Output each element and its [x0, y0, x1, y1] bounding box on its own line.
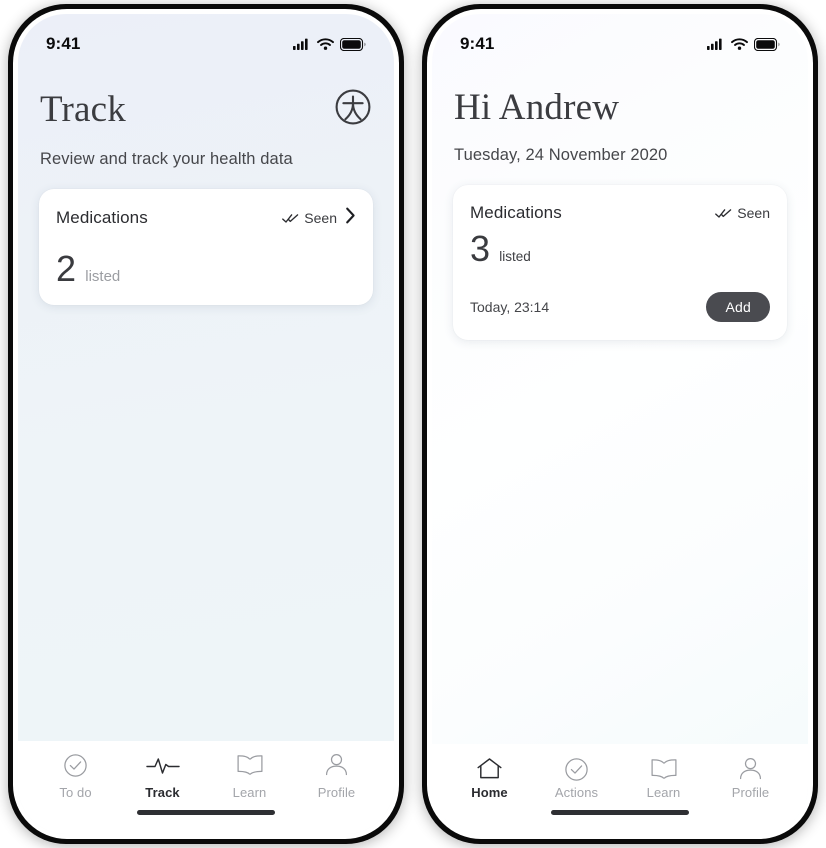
status-icons	[707, 37, 780, 51]
book-icon-wrap	[650, 756, 678, 782]
card-footer: Today, 23:14 Add	[470, 292, 770, 323]
person-icon	[739, 757, 762, 780]
home-indicator[interactable]	[551, 810, 689, 815]
card-title: Medications	[470, 203, 562, 223]
card-status-group: Seen	[282, 207, 356, 229]
header-row: Track	[40, 88, 372, 131]
two-phone-mockup: 9:41 Track Review and track your health …	[0, 0, 826, 848]
pulse-icon	[145, 758, 180, 774]
tab-profile[interactable]: Profile	[297, 752, 377, 800]
medications-card[interactable]: Medications Seen 2 listed	[39, 189, 373, 305]
status-time: 9:41	[46, 34, 81, 53]
phone-bezel: 9:41	[13, 9, 399, 839]
phone-frame-track: 9:41 Track Review and track your health …	[8, 4, 404, 844]
tab-label-profile: Profile	[317, 785, 356, 800]
metric-value: 3	[470, 228, 491, 270]
cellular-signal-icon	[707, 38, 722, 50]
check-circle-icon	[565, 757, 588, 781]
screen-track: 9:41 Track Review and track your health …	[18, 14, 394, 834]
tab-label-learn: Learn	[232, 785, 267, 800]
tab-label-profile: Profile	[731, 785, 770, 800]
page-title: Track	[40, 88, 126, 130]
tab-label-home: Home	[471, 785, 508, 800]
card-title: Medications	[56, 208, 148, 227]
check-circle-icon	[64, 753, 87, 777]
person-icon-wrap	[738, 756, 763, 782]
status-time: 9:41	[460, 34, 495, 53]
tab-label-track: Track	[145, 785, 180, 800]
metric-value: 2	[56, 248, 77, 289]
page-subtitle: Review and track your health data	[40, 150, 293, 168]
brand-logo-icon	[335, 89, 371, 125]
double-check-icon	[282, 213, 299, 223]
person-icon	[325, 753, 348, 776]
double-check-icon	[715, 208, 732, 218]
cellular-signal-icon	[293, 38, 308, 50]
seen-label: Seen	[304, 210, 337, 226]
book-icon	[650, 758, 677, 779]
wifi-icon	[731, 38, 748, 50]
home-icon	[477, 758, 502, 779]
tab-learn[interactable]: Learn	[210, 752, 290, 800]
home-indicator-area	[432, 800, 808, 834]
card-area: Medications Seen 3 listed Today, 23:14 A…	[432, 165, 808, 744]
card-header-row: Medications Seen	[470, 203, 770, 223]
tab-track[interactable]: Track	[123, 752, 203, 800]
battery-icon	[340, 37, 366, 51]
chevron-right-icon-wrap[interactable]	[345, 207, 356, 229]
tab-label-learn: Learn	[646, 785, 681, 800]
book-icon-wrap	[236, 752, 264, 778]
home-icon-wrap	[476, 756, 503, 782]
page-header: Track Review and track your health data	[18, 60, 394, 169]
check-circle-icon-wrap	[63, 752, 88, 778]
screen-home: 9:41 Hi Andrew Tuesday, 24 November 2020…	[432, 14, 808, 834]
status-bar: 9:41	[18, 14, 394, 60]
book-icon	[236, 754, 263, 775]
home-indicator-area	[18, 800, 394, 834]
phone-frame-home: 9:41 Hi Andrew Tuesday, 24 November 2020…	[422, 4, 818, 844]
brand-logo-button[interactable]	[334, 88, 372, 131]
tab-todo[interactable]: To do	[36, 752, 116, 800]
person-icon-wrap	[324, 752, 349, 778]
wifi-icon	[317, 38, 334, 50]
card-header-row: Medications Seen	[56, 207, 356, 229]
page-title: Hi Andrew	[454, 87, 620, 128]
tab-actions[interactable]: Actions	[537, 756, 617, 800]
page-subtitle: Tuesday, 24 November 2020	[454, 146, 668, 165]
metric-row: 2 listed	[56, 251, 356, 287]
status-icons	[293, 37, 366, 51]
add-button[interactable]: Add	[706, 292, 770, 323]
tab-profile[interactable]: Profile	[711, 756, 791, 800]
timestamp: Today, 23:14	[470, 299, 550, 316]
metric-unit: listed	[85, 268, 121, 285]
tab-label-todo: To do	[59, 785, 92, 800]
home-indicator[interactable]	[137, 810, 275, 815]
tab-learn[interactable]: Learn	[624, 756, 704, 800]
phone-bezel: 9:41	[427, 9, 813, 839]
pulse-icon-wrap	[145, 752, 180, 778]
battery-icon	[754, 37, 780, 51]
medications-card[interactable]: Medications Seen 3 listed Today, 23:14 A…	[453, 185, 787, 341]
page-header: Hi Andrew Tuesday, 24 November 2020	[432, 60, 808, 165]
seen-label: Seen	[737, 205, 770, 222]
tab-home[interactable]: Home	[450, 756, 530, 800]
tab-label-actions: Actions	[554, 785, 599, 800]
card-status-group: Seen	[715, 205, 770, 221]
header-row: Hi Andrew	[454, 88, 786, 127]
tab-bar: To do Track Learn Profile	[18, 741, 394, 800]
metric-unit: listed	[499, 249, 531, 265]
metric-row: 3 listed	[470, 231, 770, 267]
chevron-right-icon	[346, 207, 355, 224]
check-circle-icon-wrap	[564, 756, 589, 782]
status-bar: 9:41	[432, 14, 808, 60]
tab-bar: Home Actions Learn Profile	[432, 744, 808, 800]
card-area: Medications Seen 2 listed	[18, 169, 394, 741]
